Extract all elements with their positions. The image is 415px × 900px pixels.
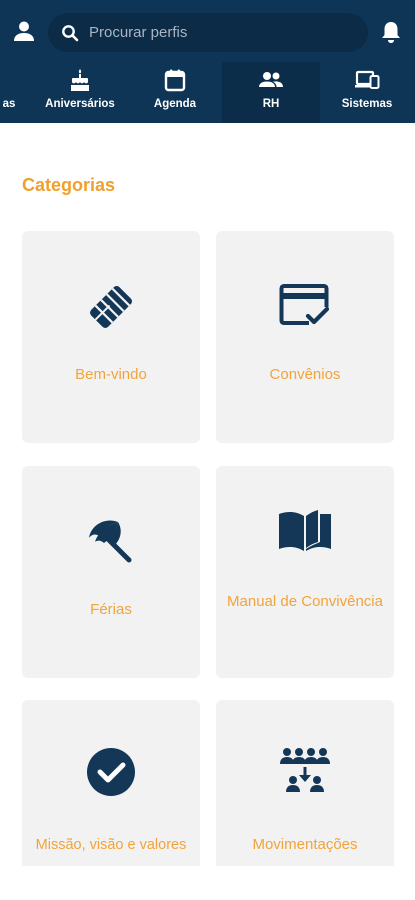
category-label: Manual de Convivência: [227, 593, 383, 610]
profile-button[interactable]: [10, 17, 38, 45]
search-input[interactable]: [89, 24, 329, 41]
tab-label: Aniversários: [45, 98, 115, 110]
group-movement-icon: [216, 746, 394, 796]
category-card-movimentacoes[interactable]: Movimentações: [216, 700, 394, 866]
people-icon: [258, 66, 284, 94]
category-label: Férias: [90, 601, 132, 618]
app-screen: as Aniversários: [0, 0, 415, 900]
devices-icon: [354, 66, 380, 94]
tab-label: as: [2, 98, 16, 110]
bell-icon: [382, 22, 400, 43]
tab-sistemas[interactable]: Sistemas: [335, 62, 399, 123]
tab-agenda[interactable]: Agenda: [140, 62, 210, 123]
category-card-manual[interactable]: Manual de Convivência: [216, 466, 394, 678]
category-card-ferias[interactable]: Férias: [22, 466, 200, 678]
tab-partial[interactable]: as: [0, 62, 18, 123]
category-label: Missão, visão e valores: [35, 837, 187, 853]
category-label: Movimentações: [252, 836, 358, 853]
category-label: Convênios: [269, 366, 341, 383]
credit-card-check-icon: [216, 283, 394, 329]
category-card-bem-vindo[interactable]: Bem-vindo: [22, 231, 200, 443]
notifications-button[interactable]: [378, 19, 404, 45]
tab-aniversarios[interactable]: Aniversários: [40, 62, 120, 123]
open-book-icon: [216, 506, 394, 556]
category-label: Bem-vindo: [75, 366, 147, 383]
beach-umbrella-icon: [22, 516, 200, 564]
tab-rh[interactable]: RH: [222, 62, 320, 123]
category-card-convenios[interactable]: Convênios: [216, 231, 394, 443]
tab-label: RH: [262, 98, 280, 110]
search-bar[interactable]: [48, 13, 368, 52]
app-header: as Aniversários: [0, 0, 415, 123]
tab-label: Agenda: [153, 98, 197, 110]
calendar-icon: [163, 66, 187, 94]
section-title: Categorias: [22, 175, 116, 195]
search-icon: [60, 23, 80, 43]
check-circle-icon: [22, 746, 200, 798]
top-bar: [0, 11, 415, 53]
nav-tabs: as Aniversários Agenda RH Sistemas: [0, 62, 415, 123]
handshake-icon: [22, 281, 200, 333]
user-icon: [14, 21, 34, 41]
category-card-missao[interactable]: Missão, visão e valores: [22, 700, 200, 866]
birthday-cake-icon: [68, 66, 92, 94]
tab-label: Sistemas: [341, 98, 393, 110]
